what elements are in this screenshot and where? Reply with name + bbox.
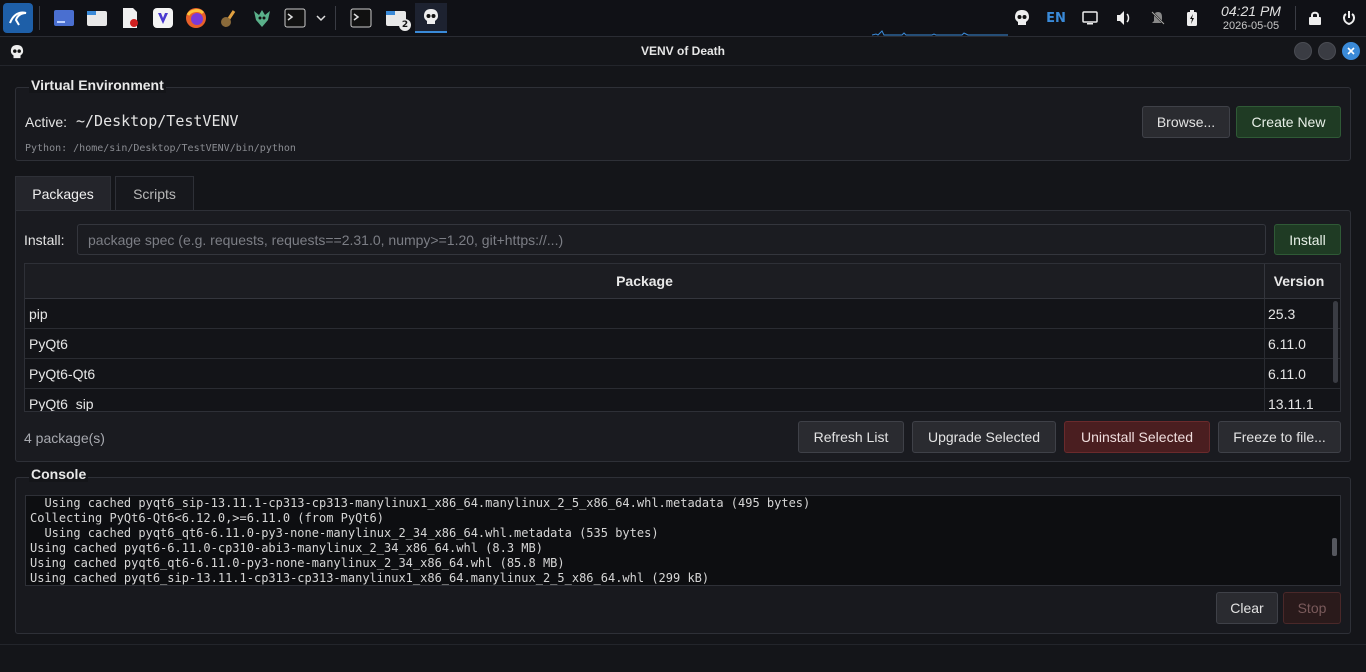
show-desktop-icon[interactable] [49,3,79,33]
table-scrollbar[interactable] [1333,301,1338,383]
window-title: VENV of Death [640,44,725,58]
terminal-window-icon[interactable] [345,3,377,33]
taskbar-separator [335,6,336,30]
taskbar-separator [1295,6,1296,30]
console-line: Using cached pyqt6-6.11.0-cp310-abi3-man… [30,541,543,555]
install-label: Install: [24,232,65,248]
close-icon [1347,47,1355,55]
package-name-cell: PyQt6_sip [25,389,1265,411]
tab-scripts[interactable]: Scripts [115,176,194,210]
clock-date: 2026-05-05 [1222,19,1280,32]
package-name-cell: PyQt6 [25,329,1265,358]
notifications-muted-icon[interactable] [1141,0,1175,36]
console-line: Using cached pyqt6_qt6-6.11.0-py3-none-m… [30,556,565,570]
table-row[interactable]: PyQt6 6.11.0 [25,329,1340,359]
window-count-badge: 2 [399,19,411,31]
taskbar: 2 EN 04:21 PM 2026-05-05 [0,0,1366,36]
kali-tool-icon[interactable] [214,3,244,33]
table-row[interactable]: PyQt6-Qt6 6.11.0 [25,359,1340,389]
stop-button[interactable]: Stop [1283,592,1341,624]
venv-group-title: Virtual Environment [29,77,166,93]
window-titlebar[interactable]: VENV of Death [0,37,1366,66]
firefox-icon[interactable] [181,3,211,33]
table-row[interactable]: PyQt6_sip 13.11.1 [25,389,1340,412]
browser-shield-icon[interactable] [148,3,178,33]
column-header-package[interactable]: Package [25,264,1265,298]
package-version-cell: 25.3 [1268,305,1296,322]
tab-packages[interactable]: Packages [15,176,111,210]
active-path: ~/Desktop/TestVENV [76,112,239,130]
keyboard-layout[interactable]: EN [1039,0,1073,36]
lock-icon[interactable] [1298,0,1332,36]
display-icon[interactable] [1073,0,1107,36]
create-new-button[interactable]: Create New [1236,106,1341,138]
dragon-icon[interactable] [247,3,277,33]
file-manager-icon[interactable] [82,3,112,33]
venv-window-icon[interactable] [415,3,447,33]
freeze-to-file-button[interactable]: Freeze to file... [1218,421,1341,453]
console-scrollbar[interactable] [1332,538,1337,556]
package-version-cell: 6.11.0 [1268,365,1306,382]
package-version-cell: 6.11.0 [1268,335,1306,352]
package-name-cell: pip [25,299,1265,328]
refresh-list-button[interactable]: Refresh List [798,421,904,453]
upgrade-selected-button[interactable]: Upgrade Selected [912,421,1056,453]
clock[interactable]: 04:21 PM 2026-05-05 [1213,3,1289,32]
active-label: Active: [25,114,68,130]
power-icon[interactable] [1332,0,1366,36]
minimize-button[interactable] [1294,42,1312,60]
network-graph [872,30,1008,36]
close-button[interactable] [1342,42,1360,60]
package-name-cell: PyQt6-Qt6 [25,359,1265,388]
package-spec-input[interactable]: package spec (e.g. requests, requests==2… [77,224,1266,255]
uninstall-selected-button[interactable]: Uninstall Selected [1064,421,1210,453]
terminal-icon[interactable] [280,3,310,33]
volume-icon[interactable] [1107,0,1141,36]
chevron-down-icon[interactable] [313,3,329,33]
table-row[interactable]: pip 25.3 [25,299,1340,329]
clear-button[interactable]: Clear [1216,592,1278,624]
files-window-icon[interactable]: 2 [380,3,412,33]
console-title: Console [29,466,89,482]
taskbar-separator [39,6,40,30]
text-editor-icon[interactable] [115,3,145,33]
console-output[interactable]: Using cached pyqt6_sip-13.11.1-cp313-cp3… [25,495,1341,586]
status-bar [0,644,1366,672]
console-line: Using cached pyqt6_sip-13.11.1-cp313-cp3… [30,496,811,510]
python-path: Python: /home/sin/Desktop/TestVENV/bin/p… [25,143,296,154]
packages-table: Package Version pip 25.3 PyQt6 6.11.0 Py… [24,263,1341,412]
browse-button[interactable]: Browse... [1142,106,1230,138]
console-line: Using cached pyqt6_sip-13.11.1-cp313-cp3… [30,571,710,585]
skull-tray-icon[interactable] [1005,0,1039,36]
maximize-button[interactable] [1318,42,1336,60]
column-header-version[interactable]: Version [1265,264,1333,298]
app-skull-icon [10,44,24,65]
battery-charging-icon[interactable] [1175,0,1209,36]
package-version-cell: 13.11.1 [1268,395,1314,412]
install-button[interactable]: Install [1274,224,1341,255]
console-line: Using cached pyqt6_qt6-6.11.0-py3-none-m… [30,526,659,540]
package-count: 4 package(s) [24,430,105,446]
kali-menu-icon[interactable] [3,3,33,33]
clock-time: 04:21 PM [1221,3,1281,20]
table-header: Package Version [25,264,1340,299]
console-line: Collecting PyQt6-Qt6<6.12.0,>=6.11.0 (fr… [30,511,385,525]
